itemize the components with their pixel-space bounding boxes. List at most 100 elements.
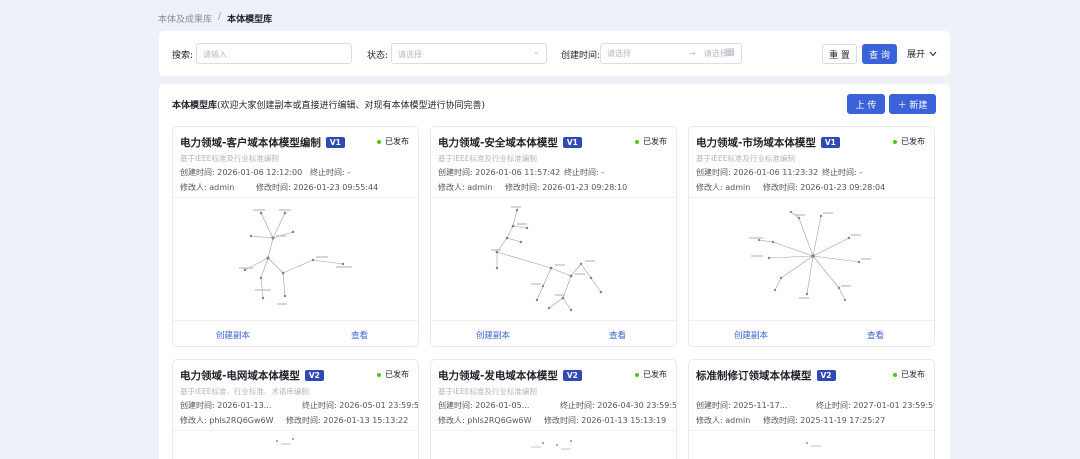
card-created-row: 创建时间: 2026-01-13... 终止时间: 2026-05-01 23:5…: [180, 400, 418, 411]
created-time: 创建时间: 2026-01-13...: [180, 401, 272, 410]
card-modified-row: 修改人: admin 修改时间: 2026-01-23 09:28:10: [438, 182, 627, 193]
created-time: 创建时间: 2025-11-17...: [696, 401, 788, 410]
version-badge: V2: [304, 370, 324, 381]
ontology-graph-thumbnail: [431, 197, 676, 320]
query-button[interactable]: 查 询: [862, 44, 897, 64]
card-description: 基于IEEE标准、行业标准、术语库编制: [180, 387, 309, 396]
created-date-range[interactable]: 请选择 → 请选择 ▦: [600, 43, 742, 64]
status-badge: 已发布: [635, 369, 667, 380]
view-link[interactable]: 查看: [351, 329, 368, 341]
end-time: 终止时间: -: [310, 168, 351, 177]
create-copy-link[interactable]: 创建副本: [216, 329, 250, 341]
card-actions: 创建副本 查看: [689, 320, 934, 346]
ontology-graph-thumbnail: [689, 430, 934, 459]
card-title: 电力领域-发电域本体模型 V2: [438, 368, 582, 383]
version-badge: V1: [820, 137, 840, 148]
card-title: 电力领域-客户域本体模型编制 V1: [180, 135, 345, 150]
card-modified-row: 修改人: phls2RQ6Gw6W 修改时间: 2026-01-13 15:13:…: [180, 415, 408, 426]
modifier: 修改人: admin: [438, 183, 493, 192]
modified-time: 修改时间: 2026-01-13 15:13:22: [286, 416, 409, 425]
card-description: 基于IEEE标准及行业标准编制: [696, 154, 795, 163]
card-title: 电力领域-市场域本体模型 V1: [696, 135, 840, 150]
ontology-graph-thumbnail: [431, 430, 676, 459]
view-link[interactable]: 查看: [609, 329, 626, 341]
end-time: 终止时间: -: [822, 168, 863, 177]
reset-button[interactable]: 重 置: [822, 44, 857, 64]
modifier: 修改人: admin: [696, 416, 751, 425]
breadcrumb-parent[interactable]: 本体及成果库: [158, 12, 212, 25]
card-actions: 创建副本 查看: [431, 320, 676, 346]
filter-bar: 搜索: 请输入 状态: 请选择 ⌄ 创建时间: 请选择 → 请选择 ▦ 重 置 …: [159, 31, 950, 76]
modifier: 修改人: admin: [696, 183, 751, 192]
ontology-graph-thumbnail: [173, 430, 418, 459]
model-card[interactable]: 电力领域-电网域本体模型 V2 已发布 基于IEEE标准、行业标准、术语库编制 创…: [172, 359, 419, 459]
end-time: 终止时间: 2027-01-01 23:59:59: [816, 401, 935, 410]
new-button[interactable]: ＋ 新建: [889, 94, 936, 114]
created-time: 创建时间: 2026-01-06 11:57:42: [438, 168, 561, 177]
status-text: 已发布: [643, 370, 667, 379]
card-title-text: 电力领域-市场域本体模型: [696, 137, 816, 149]
model-card[interactable]: 电力领域-市场域本体模型 V1 已发布 基于IEEE标准及行业标准编制 创建时间:…: [688, 126, 935, 347]
search-input[interactable]: 请输入: [196, 43, 352, 64]
published-dot-icon: [635, 139, 639, 144]
library-title: 本体模型库: [172, 101, 218, 111]
card-title-text: 电力领域-发电域本体模型: [438, 370, 558, 382]
search-label: 搜索:: [172, 51, 194, 61]
modified-time: 修改时间: 2026-01-23 09:55:44: [256, 183, 379, 192]
modified-time: 修改时间: 2026-01-23 09:28:04: [763, 183, 886, 192]
status-text: 已发布: [643, 137, 667, 146]
graph-preview: [275, 437, 295, 445]
library-subtitle: (欢迎大家创建副本或直接进行编辑、对现有本体模型进行协同完善): [217, 101, 486, 111]
card-created-row: 创建时间: 2026-01-06 11:23:32 终止时间: -: [696, 167, 862, 178]
published-dot-icon: [893, 139, 897, 144]
end-time: 终止时间: -: [564, 168, 605, 177]
upload-button[interactable]: 上 传: [847, 94, 885, 114]
chevron-down-icon: [929, 51, 937, 56]
card-created-row: 创建时间: 2026-01-05... 终止时间: 2026-04-30 23:5…: [438, 400, 676, 411]
status-badge: 已发布: [893, 136, 925, 147]
create-copy-link[interactable]: 创建副本: [476, 329, 510, 341]
modified-time: 修改时间: 2026-01-13 15:13:19: [544, 416, 667, 425]
model-card[interactable]: 电力领域-客户域本体模型编制 V1 已发布 基于IEEE标准及行业标准编制 创建时…: [172, 126, 419, 347]
modifier: 修改人: phls2RQ6Gw6W: [180, 416, 274, 425]
model-card[interactable]: 电力领域-发电域本体模型 V2 已发布 基于IEEE标准及行业标准编制 创建时间:…: [430, 359, 677, 459]
card-modified-row: 修改人: admin 修改时间: 2026-01-23 09:28:04: [696, 182, 885, 193]
breadcrumb-current: 本体模型库: [227, 15, 273, 25]
model-card[interactable]: 标准制修订领域本体模型 V2 已发布 创建时间: 2025-11-17... 终止时…: [688, 359, 935, 459]
card-actions: 创建副本 查看: [173, 320, 418, 346]
card-title-text: 电力领域-电网域本体模型: [180, 370, 300, 382]
view-link[interactable]: 查看: [867, 329, 884, 341]
status-select[interactable]: 请选择 ⌄: [391, 43, 547, 64]
status-badge: 已发布: [377, 136, 409, 147]
modified-time: 修改时间: 2025-11-19 17:25:27: [763, 416, 886, 425]
search-placeholder: 请输入: [203, 50, 227, 59]
ontology-graph-thumbnail: [173, 197, 418, 320]
created-time: 创建时间: 2026-01-06 11:23:32: [696, 168, 819, 177]
ontology-graph-thumbnail: [689, 197, 934, 320]
version-badge: V2: [562, 370, 582, 381]
published-dot-icon: [377, 372, 381, 377]
card-created-row: 创建时间: 2026-01-06 12:12:00 终止时间: -: [180, 167, 350, 178]
modified-time: 修改时间: 2026-01-23 09:28:10: [505, 183, 628, 192]
graph-preview: [531, 439, 573, 450]
model-card[interactable]: 电力领域-安全域本体模型 V1 已发布 基于IEEE标准及行业标准编制 创建时间:…: [430, 126, 677, 347]
graph-preview: [239, 209, 352, 305]
status-text: 已发布: [901, 137, 925, 146]
created-time: 创建时间: 2026-01-06 12:12:00: [180, 168, 303, 177]
published-dot-icon: [893, 372, 897, 377]
chevron-down-icon: ⌄: [532, 47, 540, 57]
end-time: 终止时间: 2026-04-30 23:59:59: [560, 401, 677, 410]
create-copy-link[interactable]: 创建副本: [734, 329, 768, 341]
version-badge: V1: [562, 137, 582, 148]
status-text: 已发布: [385, 137, 409, 146]
modifier: 修改人: phls2RQ6Gw6W: [438, 416, 532, 425]
card-title: 标准制修订领域本体模型 V2: [696, 368, 836, 383]
published-dot-icon: [377, 139, 381, 144]
card-modified-row: 修改人: admin 修改时间: 2025-11-19 17:25:27: [696, 415, 885, 426]
card-modified-row: 修改人: admin 修改时间: 2026-01-23 09:55:44: [180, 182, 378, 193]
status-badge: 已发布: [635, 136, 667, 147]
expand-toggle[interactable]: 展开: [907, 47, 937, 60]
card-title-text: 电力领域-安全域本体模型: [438, 137, 558, 149]
date-end-placeholder: 请选择: [703, 49, 728, 58]
expand-label: 展开: [907, 50, 926, 60]
